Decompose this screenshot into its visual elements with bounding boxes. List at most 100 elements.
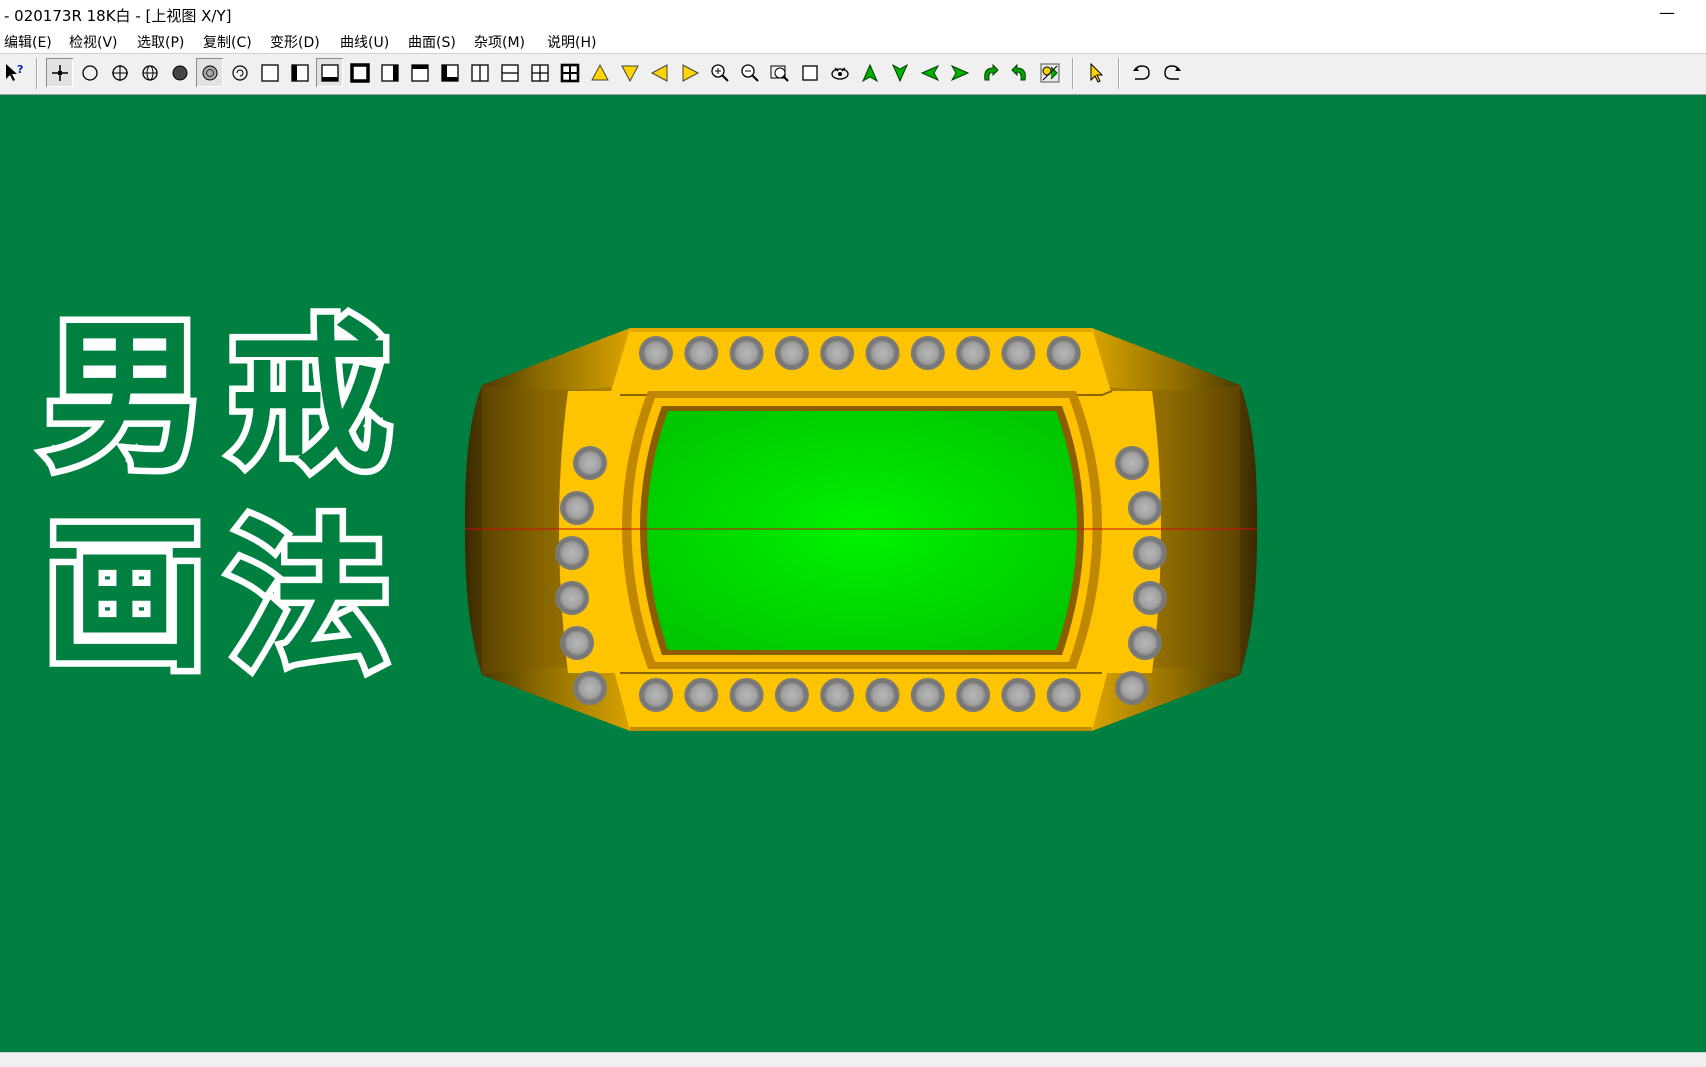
menu-select[interactable]: 选取(P) — [137, 32, 184, 52]
toolbar: ? — [0, 54, 1706, 95]
nav-down-icon — [891, 63, 908, 82]
accent-stone — [1004, 339, 1033, 367]
sphere-button[interactable] — [136, 58, 163, 87]
nav-right-button[interactable] — [946, 58, 973, 87]
view-top-icon — [320, 63, 339, 82]
accent-stone — [732, 339, 761, 367]
shaded-circle-button[interactable] — [196, 58, 223, 87]
orbit-button[interactable] — [826, 58, 853, 87]
nav-left-button[interactable] — [916, 58, 943, 87]
menu-surface[interactable]: 曲面(S) — [408, 32, 456, 52]
nav-up-icon — [861, 63, 878, 82]
rotate-ccw-button[interactable] — [1006, 58, 1033, 87]
status-bar — [0, 1052, 1706, 1067]
arrow-down-icon — [620, 65, 639, 82]
nav-up-button[interactable] — [856, 58, 883, 87]
accent-stone — [1136, 539, 1164, 567]
zoom-out-button[interactable] — [736, 58, 763, 87]
svg-text:?: ? — [17, 63, 23, 76]
accent-stone — [687, 681, 716, 709]
view-left-icon — [290, 63, 309, 82]
rotate-circle-button[interactable] — [226, 58, 253, 87]
menu-help[interactable]: 说明(H) — [547, 32, 596, 52]
minimize-button[interactable]: — — [1652, 0, 1682, 28]
accent-stone — [563, 629, 591, 657]
view-right-button[interactable] — [376, 58, 403, 87]
accent-stone — [687, 339, 716, 367]
zoom-window-icon — [770, 65, 789, 82]
split-four-bold-icon — [560, 63, 579, 82]
menu-copy[interactable]: 复制(C) — [203, 32, 252, 52]
split-horizontal-icon — [500, 63, 519, 82]
arrow-left-button[interactable] — [646, 58, 673, 87]
circle-icon — [81, 64, 98, 81]
select-pointer-icon — [1090, 62, 1103, 83]
render-icon — [1040, 63, 1059, 82]
menu-bar: 编辑(E) 检视(V) 选取(P) 复制(C) 变形(D) 曲线(U) 曲面(S… — [0, 28, 1706, 54]
redo-icon — [1163, 64, 1181, 80]
accent-stone — [732, 681, 761, 709]
shaded-circle-icon — [202, 65, 217, 80]
menu-curve[interactable]: 曲线(U) — [340, 32, 389, 52]
split-vertical-button[interactable] — [466, 58, 493, 87]
menu-misc[interactable]: 杂项(M) — [474, 32, 525, 52]
undo-icon — [1132, 64, 1150, 80]
help-cursor-button[interactable]: ? — [0, 58, 27, 87]
help-cursor-icon: ? — [5, 63, 23, 81]
view-left-button[interactable] — [286, 58, 313, 87]
nav-down-button[interactable] — [886, 58, 913, 87]
accent-stone — [959, 681, 988, 709]
top-view-viewport[interactable]: 男戒 画法 — [0, 95, 1706, 1052]
nav-left-icon — [920, 64, 939, 81]
zoom-out-icon — [740, 63, 759, 82]
undo-button[interactable] — [1128, 58, 1155, 87]
view-single-button[interactable] — [256, 58, 283, 87]
frame-button[interactable] — [796, 58, 823, 87]
rotate-cw-button[interactable] — [976, 58, 1003, 87]
arrow-down-button[interactable] — [616, 58, 643, 87]
rotate-ccw-icon — [1010, 63, 1026, 80]
arrow-up-icon — [590, 63, 609, 80]
menu-transform[interactable]: 变形(D) — [270, 32, 320, 52]
toolbar-separator — [1118, 58, 1120, 89]
view-corner-button[interactable] — [436, 58, 463, 87]
top-stone-band — [610, 328, 1112, 395]
circle-cross-icon — [111, 64, 128, 81]
redo-button[interactable] — [1158, 58, 1185, 87]
circle-cross-button[interactable] — [106, 58, 133, 87]
accent-stone — [777, 681, 806, 709]
center-gemstone[interactable] — [647, 411, 1077, 650]
menu-edit[interactable]: 编辑(E) — [4, 32, 52, 52]
view-header-icon — [410, 63, 429, 82]
arrow-right-icon — [682, 63, 699, 82]
menu-view[interactable]: 检视(V) — [69, 32, 118, 52]
toolbar-separator — [1072, 58, 1074, 89]
split-horizontal-button[interactable] — [496, 58, 523, 87]
view-bold-button[interactable] — [346, 58, 373, 87]
accent-stone — [1136, 584, 1164, 612]
zoom-in-button[interactable] — [706, 58, 733, 87]
frame-icon — [801, 64, 818, 81]
ring-model[interactable] — [0, 95, 1706, 1052]
split-four-icon — [530, 63, 549, 82]
point-button[interactable] — [46, 58, 73, 87]
view-top-button[interactable] — [316, 58, 343, 87]
view-single-icon — [260, 63, 279, 82]
view-header-button[interactable] — [406, 58, 433, 87]
accent-stone — [563, 494, 591, 522]
filled-circle-button[interactable] — [166, 58, 193, 87]
zoom-window-button[interactable] — [766, 58, 793, 87]
accent-stone — [1131, 494, 1159, 522]
render-button[interactable] — [1036, 58, 1063, 87]
accent-stone — [1049, 681, 1078, 709]
circle-button[interactable] — [76, 58, 103, 87]
rotate-circle-icon — [231, 64, 248, 81]
accent-stone — [868, 339, 897, 367]
accent-stone — [913, 681, 942, 709]
arrow-up-button[interactable] — [586, 58, 613, 87]
zoom-in-icon — [710, 63, 729, 82]
select-pointer-button[interactable] — [1082, 58, 1109, 87]
arrow-right-button[interactable] — [676, 58, 703, 87]
split-four-button[interactable] — [526, 58, 553, 87]
split-four-bold-button[interactable] — [556, 58, 583, 87]
